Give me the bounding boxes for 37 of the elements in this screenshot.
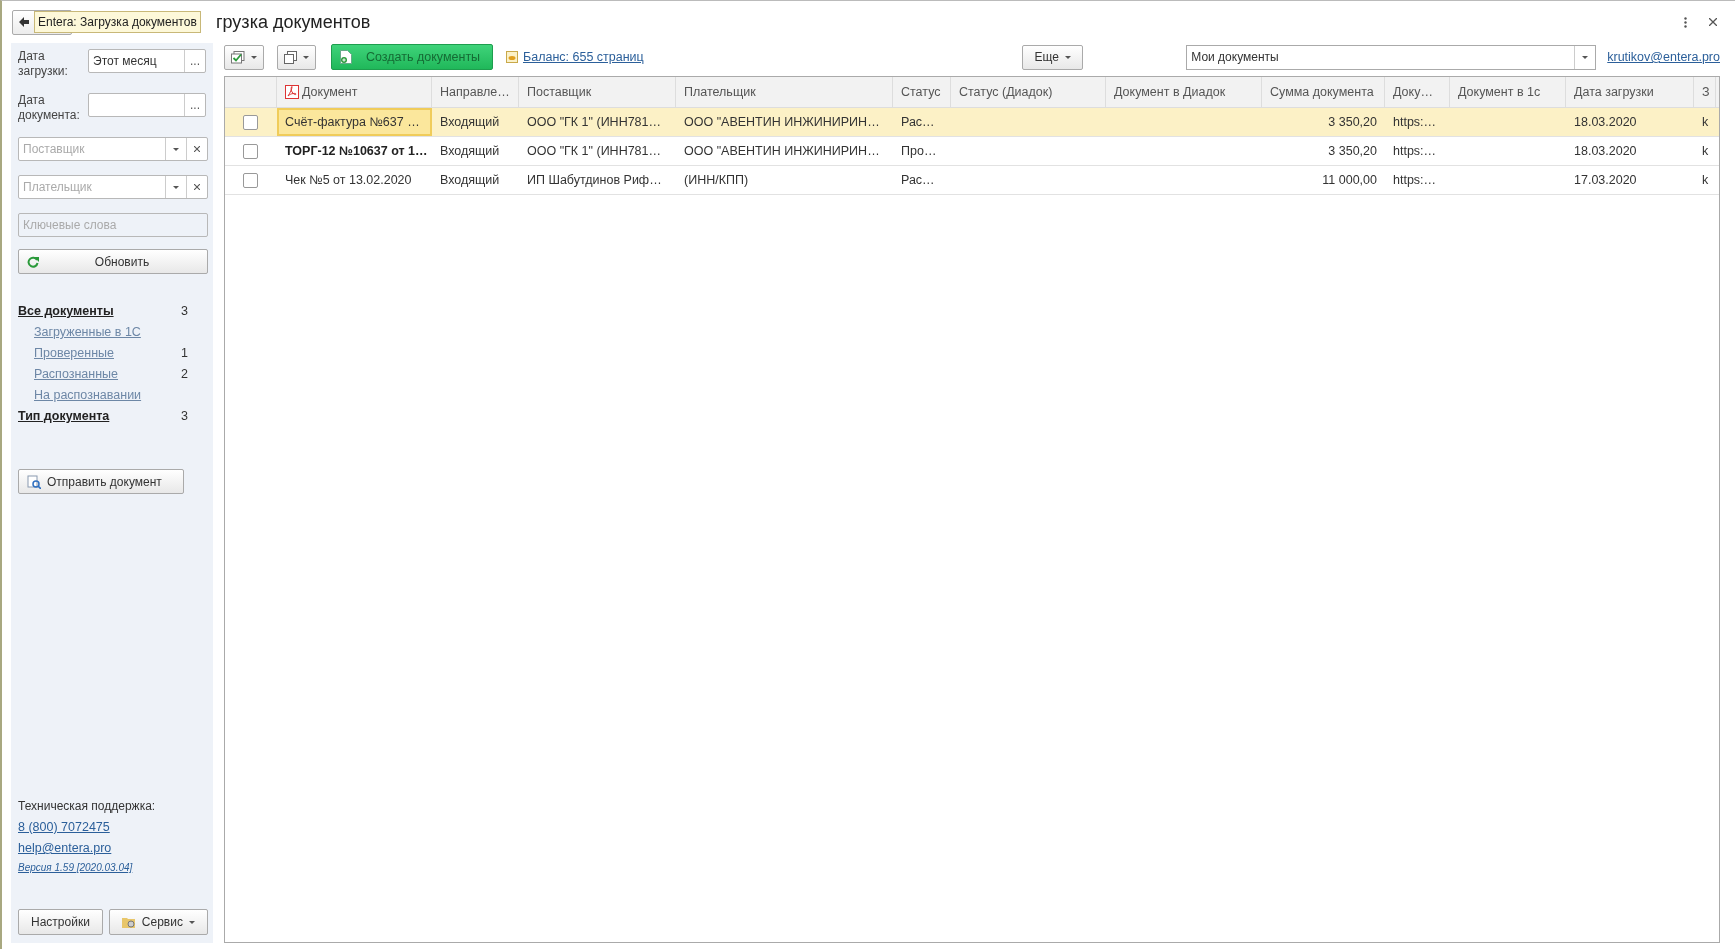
table-cell-text: Рас… [900, 172, 936, 189]
table-cell-text: Рас… [900, 114, 936, 131]
table-cell-text: ООО "АВЕНТИН ИНЖИНИРИН… [683, 143, 881, 160]
table-cell: Счёт-фактура №637 … [277, 108, 432, 136]
table-cell-text: 18.03.2020 [1573, 114, 1638, 131]
table-cell-text: ИП Шабутдинов Риф… [526, 172, 663, 189]
table-cell-text: ООО "ГК 1" (ИНН781… [526, 114, 663, 131]
window-title: грузка документов [216, 11, 371, 33]
table-cell-text: 18.03.2020 [1573, 143, 1638, 160]
support-label: Техническая поддержка: [18, 799, 156, 813]
table-cell-text: Входящий [439, 114, 501, 131]
count-label: 3 [181, 409, 188, 423]
tooltip: Entera: Загрузка документов [34, 11, 201, 33]
table-cell-text: ТОРГ-12 №10637 от 1… [284, 143, 429, 160]
table-cell-text: ООО "ГК 1" (ИНН781… [526, 143, 663, 160]
table-cell-text: k [1701, 172, 1710, 189]
field-label: Дата загрузки: [18, 49, 69, 79]
count-label: 3 [181, 304, 188, 318]
count-label: 2 [181, 367, 188, 381]
field-value: Этот месяц [92, 54, 158, 68]
table-cell-text: 11 000,00 [1321, 172, 1378, 189]
table-cell-text: Про… [900, 143, 938, 160]
count-label: 1 [181, 346, 188, 360]
field-label: Дата документа: [18, 93, 81, 123]
table-cell-text: k [1701, 143, 1710, 160]
table-cell-text: (ИНН/КПП) [683, 172, 750, 189]
table-cell-text: k [1701, 114, 1710, 131]
table-cell-text: Чек №5 от 13.02.2020 [284, 172, 413, 189]
table-cell-text: 3 350,20 [1327, 114, 1378, 131]
table-cell-text: ООО "АВЕНТИН ИНЖИНИРИН… [683, 114, 881, 131]
table-cell-text: https:… [1392, 114, 1438, 131]
table-cell-text: Входящий [439, 143, 501, 160]
table-cell-text: https:… [1392, 172, 1438, 189]
table-cell-text: Входящий [439, 172, 501, 189]
table-cell-text: 17.03.2020 [1573, 172, 1638, 189]
table-cell-text: https:… [1392, 143, 1438, 160]
table-cell-text: 3 350,20 [1327, 143, 1378, 160]
